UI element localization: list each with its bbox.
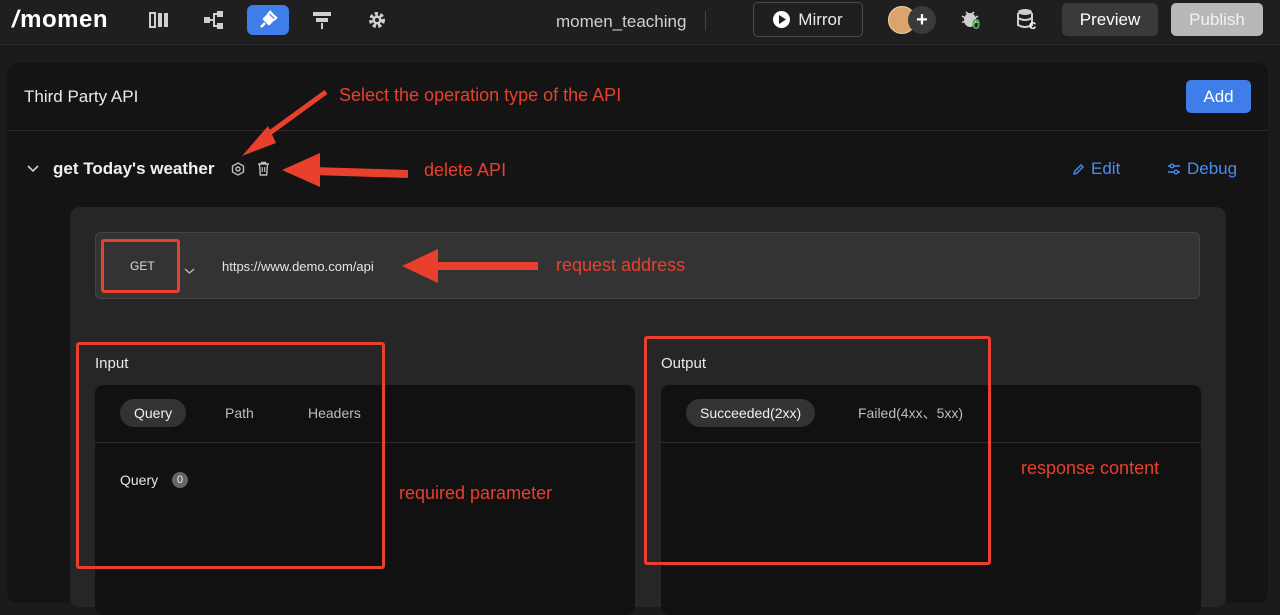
annotation-operation-type: Select the operation type of the API <box>339 85 622 105</box>
add-api-button[interactable]: Add <box>1186 80 1251 113</box>
pencil-icon <box>1073 163 1084 175</box>
edit-link[interactable]: Edit <box>1072 159 1120 179</box>
api-plug-icon[interactable] <box>247 5 289 35</box>
project-name[interactable]: momen_teaching <box>556 12 686 32</box>
pages-icon[interactable] <box>139 5 181 35</box>
input-highlight-box <box>76 342 385 569</box>
annotation-response-content: response content <box>1021 458 1160 478</box>
momen-logo[interactable]: /momen <box>12 6 108 34</box>
collapse-chevron-icon[interactable] <box>27 161 39 179</box>
annotation-required-parameter: required parameter <box>399 483 553 503</box>
panel-title: Third Party API <box>24 87 139 106</box>
api-name: get Today's weather <box>53 159 215 178</box>
database-badge: c <box>1029 17 1037 32</box>
annotation-request-address: request address <box>556 255 686 275</box>
add-collaborator-icon[interactable]: + <box>908 6 936 34</box>
output-highlight-box <box>644 336 991 565</box>
request-url-input[interactable]: https://www.demo.com/api <box>222 259 374 274</box>
delete-trash-icon[interactable] <box>257 161 270 181</box>
sliders-icon <box>1168 163 1180 175</box>
play-icon <box>773 11 791 28</box>
data-model-icon[interactable] <box>301 5 343 35</box>
debug-link[interactable]: Debug <box>1167 159 1237 179</box>
logo-mark-icon: / <box>12 6 20 33</box>
logic-flow-icon[interactable] <box>193 5 235 35</box>
settings-gear-icon[interactable] <box>356 5 398 35</box>
mirror-button[interactable]: Mirror <box>753 2 863 37</box>
publish-button[interactable]: Publish <box>1171 3 1263 36</box>
annotation-delete-api: delete API <box>424 160 507 180</box>
operation-type-icon[interactable] <box>231 162 245 181</box>
top-bar: /momen momen_teaching Mirror + 0 c Previ… <box>0 0 1280 45</box>
bug-count: 0 <box>972 16 981 33</box>
divider <box>705 11 706 31</box>
method-highlight-box <box>101 239 180 293</box>
panel-divider <box>7 130 1268 131</box>
method-dropdown-chevron-icon[interactable] <box>184 262 195 280</box>
preview-button[interactable]: Preview <box>1062 3 1158 36</box>
